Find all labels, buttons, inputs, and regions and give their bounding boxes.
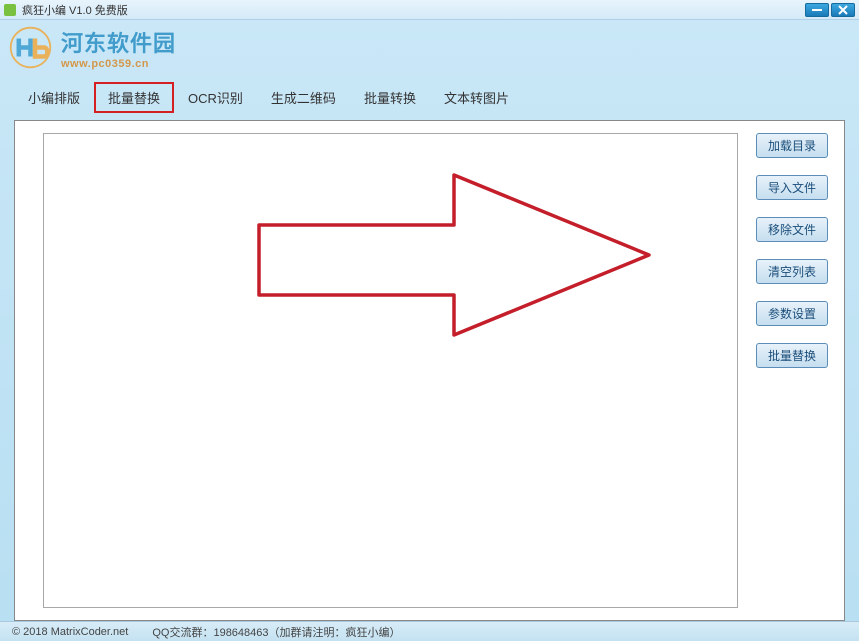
content-area: 河东软件园 www.pc0359.cn 小编排版 批量替换 OCR识别 生成二维… xyxy=(0,20,859,621)
app-icon xyxy=(4,4,16,16)
copyright: © 2018 MatrixCoder.net xyxy=(12,626,128,638)
watermark-logo-icon xyxy=(8,25,53,70)
watermark-title: 河东软件园 xyxy=(61,26,176,58)
watermark-url: www.pc0359.cn xyxy=(61,58,176,70)
footer: © 2018 MatrixCoder.net QQ交流群：198648463（加… xyxy=(0,621,859,641)
clear-list-button[interactable]: 清空列表 xyxy=(756,259,828,284)
tab-text-to-image[interactable]: 文本转图片 xyxy=(430,82,523,113)
tab-ocr[interactable]: OCR识别 xyxy=(174,82,257,113)
window-controls xyxy=(805,3,855,17)
batch-replace-button[interactable]: 批量替换 xyxy=(756,343,828,368)
tab-batch-replace[interactable]: 批量替换 xyxy=(94,82,174,113)
load-directory-button[interactable]: 加载目录 xyxy=(756,133,828,158)
arrow-annotation-icon xyxy=(254,170,654,345)
parameter-settings-button[interactable]: 参数设置 xyxy=(756,301,828,326)
main-panel: 加载目录 导入文件 移除文件 清空列表 参数设置 批量替换 xyxy=(14,120,845,621)
import-file-button[interactable]: 导入文件 xyxy=(756,175,828,200)
file-list[interactable] xyxy=(43,133,738,608)
window-title: 疯狂小编 V1.0 免费版 xyxy=(22,2,805,18)
tab-batch-convert[interactable]: 批量转换 xyxy=(350,82,430,113)
tab-bar: 小编排版 批量替换 OCR识别 生成二维码 批量转换 文本转图片 xyxy=(14,82,523,113)
tab-qrcode[interactable]: 生成二维码 xyxy=(257,82,350,113)
remove-file-button[interactable]: 移除文件 xyxy=(756,217,828,242)
qq-group: QQ交流群：198648463（加群请注明：疯狂小编） xyxy=(152,624,400,640)
tab-layout[interactable]: 小编排版 xyxy=(14,82,94,113)
titlebar: 疯狂小编 V1.0 免费版 xyxy=(0,0,859,20)
watermark-text: 河东软件园 www.pc0359.cn xyxy=(61,26,176,70)
minimize-button[interactable] xyxy=(805,3,829,17)
side-buttons: 加载目录 导入文件 移除文件 清空列表 参数设置 批量替换 xyxy=(756,133,828,368)
watermark: 河东软件园 www.pc0359.cn xyxy=(8,25,176,70)
close-button[interactable] xyxy=(831,3,855,17)
